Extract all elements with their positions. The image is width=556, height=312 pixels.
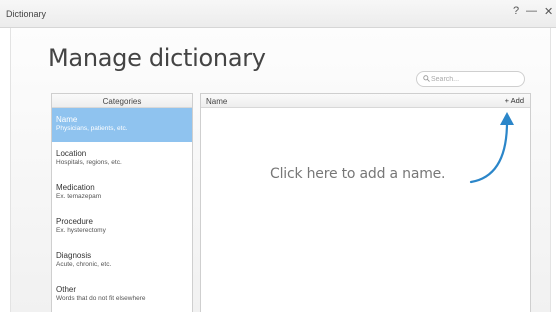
category-title: Diagnosis xyxy=(56,251,92,260)
search-input[interactable] xyxy=(431,74,519,85)
categories-panel: Categories Name Physicians, patients, et… xyxy=(51,93,193,312)
curved-arrow-icon xyxy=(469,112,514,184)
category-description: Physicians, patients, etc. xyxy=(56,125,128,132)
window-titlebar: Dictionary ? — ✕ xyxy=(0,0,556,28)
help-button[interactable]: ? xyxy=(513,5,519,17)
minimize-button[interactable]: — xyxy=(526,5,537,17)
category-item-name[interactable]: Name Physicians, patients, etc. xyxy=(52,108,192,142)
names-column-title: Name xyxy=(206,97,228,106)
categories-header: Categories xyxy=(52,94,192,108)
add-name-hint: Click here to add a name. xyxy=(270,166,446,182)
close-button[interactable]: ✕ xyxy=(544,5,553,18)
category-item-procedure[interactable]: Procedure Ex. hysterectomy xyxy=(52,210,192,244)
category-description: Ex. temazepam xyxy=(56,193,102,200)
search-icon xyxy=(423,75,430,82)
page-title: Manage dictionary xyxy=(48,44,266,72)
category-item-medication[interactable]: Medication Ex. temazepam xyxy=(52,176,192,210)
category-title: Other xyxy=(56,285,77,294)
search-box[interactable] xyxy=(416,71,525,87)
category-title: Name xyxy=(56,115,78,124)
add-button[interactable]: + Add xyxy=(505,96,524,105)
category-item-other[interactable]: Other Words that do not fit elsewhere xyxy=(52,278,192,312)
category-description: Words that do not fit elsewhere xyxy=(56,295,146,302)
category-title: Procedure xyxy=(56,217,93,226)
category-item-diagnosis[interactable]: Diagnosis Acute, chronic, etc. xyxy=(52,244,192,278)
categories-list: Name Physicians, patients, etc. Location… xyxy=(52,108,192,312)
names-header: Name + Add xyxy=(201,94,530,108)
category-description: Ex. hysterectomy xyxy=(56,227,106,234)
category-description: Acute, chronic, etc. xyxy=(56,261,112,268)
category-title: Medication xyxy=(56,183,95,192)
window-title: Dictionary xyxy=(6,9,47,19)
category-description: Hospitals, regions, etc. xyxy=(56,159,122,166)
category-title: Location xyxy=(56,149,87,158)
category-item-location[interactable]: Location Hospitals, regions, etc. xyxy=(52,142,192,176)
